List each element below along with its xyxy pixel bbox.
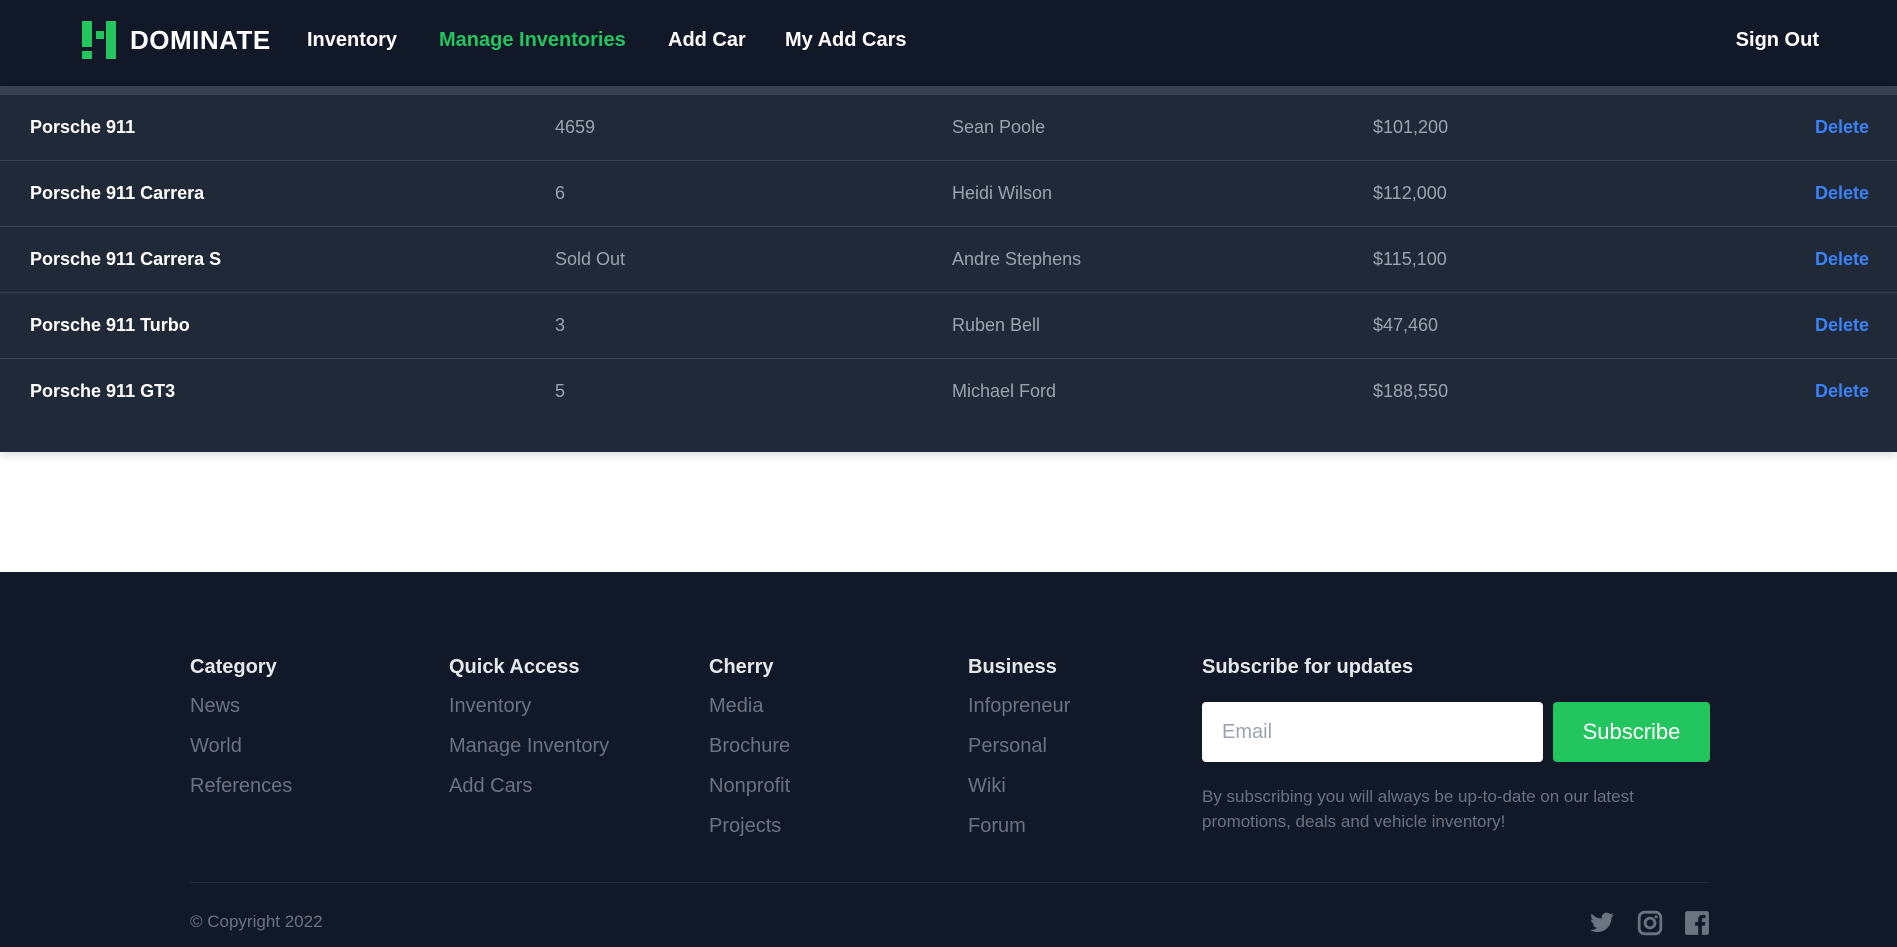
nav-add-car[interactable]: Add Car — [668, 29, 746, 52]
email-field[interactable] — [1202, 702, 1543, 762]
twitter-icon[interactable] — [1589, 910, 1615, 936]
footer-divider — [190, 882, 1710, 883]
instagram-icon[interactable] — [1637, 910, 1663, 936]
footer-link[interactable]: Projects — [709, 813, 790, 853]
car-stock: 5 — [555, 381, 566, 401]
copyright: © Copyright 2022 — [190, 912, 323, 931]
footer-column-category: Category News World References — [190, 656, 292, 813]
car-name: Porsche 911 Carrera — [30, 183, 205, 203]
car-owner: Sean Poole — [952, 117, 1046, 137]
table-row: Porsche 911 Turbo 3 Ruben Bell $47,460 D… — [0, 293, 1897, 359]
nav-my-add-cars[interactable]: My Add Cars — [785, 29, 907, 52]
car-price: $112,000 — [1373, 183, 1447, 203]
car-owner: Michael Ford — [952, 381, 1057, 401]
footer-link[interactable]: Infopreneur — [968, 693, 1070, 733]
car-name: Porsche 911 GT3 — [30, 381, 176, 401]
table-row: Porsche 911 GT3 5 Michael Ford $188,550 … — [0, 359, 1897, 424]
footer-link[interactable]: Add Cars — [449, 773, 609, 813]
footer-link[interactable]: Wiki — [968, 773, 1070, 813]
car-price: $47,460 — [1373, 315, 1439, 335]
footer-link[interactable]: References — [190, 773, 292, 813]
facebook-icon[interactable] — [1684, 910, 1710, 936]
nav-manage-inventories[interactable]: Manage Inventories — [439, 29, 626, 52]
footer: Category News World References Quick Acc… — [0, 572, 1897, 947]
delete-button[interactable]: Delete — [1815, 249, 1869, 270]
delete-button[interactable]: Delete — [1815, 381, 1869, 402]
car-owner: Andre Stephens — [952, 249, 1082, 269]
footer-column-quick-access: Quick Access Inventory Manage Inventory … — [449, 656, 609, 813]
car-stock: 6 — [555, 183, 566, 203]
car-stock: 3 — [555, 315, 566, 335]
table-row: Porsche 911 Carrera 6 Heidi Wilson $112,… — [0, 161, 1897, 227]
brand-name: DOMINATE — [130, 24, 271, 55]
footer-link[interactable]: Manage Inventory — [449, 733, 609, 773]
subscribe-button[interactable]: Subscribe — [1553, 702, 1710, 762]
car-owner: Heidi Wilson — [952, 183, 1053, 203]
sign-out-button[interactable]: Sign Out — [1736, 29, 1819, 52]
delete-button[interactable]: Delete — [1815, 117, 1869, 138]
footer-link[interactable]: News — [190, 693, 292, 733]
subscribe-title: Subscribe for updates — [1202, 656, 1414, 678]
footer-column-title: Cherry — [709, 656, 774, 678]
subscribe-note: By subscribing you will always be up-to-… — [1202, 787, 1634, 831]
car-price: $188,550 — [1373, 381, 1449, 401]
navbar: DOMINATE Inventory Manage Inventories Ad… — [0, 0, 1897, 86]
table-row: Porsche 911 4659 Sean Poole $101,200 Del… — [0, 95, 1897, 161]
footer-link[interactable]: Forum — [968, 813, 1070, 853]
footer-column-cherry: Cherry Media Brochure Nonprofit Projects — [709, 656, 790, 853]
table-row: Porsche 911 Carrera S Sold Out Andre Ste… — [0, 227, 1897, 293]
nav-inventory[interactable]: Inventory — [307, 29, 397, 52]
car-name: Porsche 911 Turbo — [30, 315, 190, 335]
logo-icon — [82, 21, 116, 59]
footer-column-title: Category — [190, 656, 277, 678]
car-price: $101,200 — [1373, 117, 1449, 137]
footer-link[interactable]: Inventory — [449, 693, 609, 733]
footer-link[interactable]: Nonprofit — [709, 773, 790, 813]
car-owner: Ruben Bell — [952, 315, 1041, 335]
car-name: Porsche 911 Carrera S — [30, 249, 222, 269]
car-stock: 4659 — [555, 117, 596, 137]
car-stock: Sold Out — [555, 249, 626, 269]
footer-link[interactable]: Media — [709, 693, 790, 733]
table-header — [0, 86, 1897, 95]
car-price: $115,100 — [1373, 249, 1447, 269]
footer-link[interactable]: Personal — [968, 733, 1070, 773]
brand[interactable]: DOMINATE — [82, 21, 271, 59]
car-name: Porsche 911 — [30, 117, 136, 137]
delete-button[interactable]: Delete — [1815, 183, 1869, 204]
delete-button[interactable]: Delete — [1815, 315, 1869, 336]
footer-column-title: Business — [968, 656, 1057, 678]
footer-column-business: Business Infopreneur Personal Wiki Forum — [968, 656, 1070, 853]
footer-column-title: Quick Access — [449, 656, 580, 678]
inventory-table: Porsche 911 4659 Sean Poole $101,200 Del… — [0, 86, 1897, 452]
footer-link[interactable]: World — [190, 733, 292, 773]
footer-link[interactable]: Brochure — [709, 733, 790, 773]
